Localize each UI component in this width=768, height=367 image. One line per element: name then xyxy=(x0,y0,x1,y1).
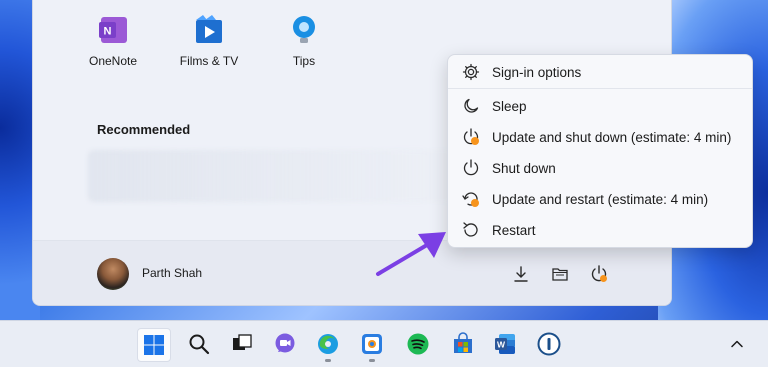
search-button[interactable] xyxy=(183,328,215,360)
menu-item-label: Restart xyxy=(492,222,536,238)
restart-icon xyxy=(460,219,482,241)
task-view-icon xyxy=(233,334,252,350)
chevron-up-icon xyxy=(731,340,743,348)
pinned-app-tips[interactable]: Tips xyxy=(264,14,344,68)
app-button[interactable] xyxy=(356,328,388,362)
user-name[interactable]: Parth Shah xyxy=(142,266,202,280)
pinned-app-label: Tips xyxy=(292,54,316,68)
running-indicator xyxy=(369,359,375,362)
menu-item-shut-down[interactable]: Shut down xyxy=(448,153,752,183)
chat-button[interactable] xyxy=(269,328,301,360)
menu-item-update-and-shut-down[interactable]: Update and shut down (estimate: 4 min) xyxy=(448,122,752,152)
menu-item-label: Update and restart (estimate: 4 min) xyxy=(492,191,709,207)
search-icon xyxy=(189,334,210,355)
task-view-button[interactable] xyxy=(226,328,258,360)
1password-icon xyxy=(537,332,561,356)
gear-icon xyxy=(460,61,482,83)
start-icon xyxy=(144,335,164,355)
power-update-icon xyxy=(460,126,482,148)
tips-icon xyxy=(293,16,315,43)
running-indicator xyxy=(325,359,331,362)
menu-item-label: Update and shut down (estimate: 4 min) xyxy=(492,129,732,145)
recommended-list xyxy=(88,150,458,202)
store-button[interactable] xyxy=(447,328,479,360)
pinned-app-label: Films & TV xyxy=(179,54,239,68)
app-icon xyxy=(362,334,382,354)
moon-icon xyxy=(460,95,482,117)
menu-item-sign-in-options[interactable]: Sign-in options xyxy=(448,57,752,87)
store-icon xyxy=(454,332,472,353)
show-hidden-icons-button[interactable] xyxy=(721,328,753,360)
films-tv-icon xyxy=(196,15,222,43)
recommended-heading: Recommended xyxy=(97,122,191,137)
chat-icon xyxy=(275,333,295,353)
downloads-button[interactable] xyxy=(509,262,533,286)
menu-item-restart[interactable]: Restart xyxy=(448,215,752,245)
svg-text:W: W xyxy=(497,340,506,350)
menu-item-update-and-restart[interactable]: Update and restart (estimate: 4 min) xyxy=(448,184,752,214)
menu-item-label: Sign-in options xyxy=(492,64,582,80)
start-button[interactable] xyxy=(137,328,171,362)
file-explorer-button[interactable] xyxy=(548,262,572,286)
avatar[interactable] xyxy=(97,258,129,290)
downloads-icon xyxy=(514,266,528,282)
word-button[interactable]: W xyxy=(489,328,521,360)
menu-item-label: Shut down xyxy=(492,160,556,176)
restart-update-icon xyxy=(460,188,482,210)
menu-item-sleep[interactable]: Sleep xyxy=(448,91,752,121)
spotify-icon xyxy=(407,333,429,355)
power-button[interactable] xyxy=(587,262,611,286)
svg-text:N: N xyxy=(104,26,112,38)
edge-button[interactable] xyxy=(312,328,344,362)
pinned-app-label: OneNote xyxy=(88,54,138,68)
menu-item-label: Sleep xyxy=(492,98,527,114)
taskbar: W xyxy=(0,320,768,367)
1password-button[interactable] xyxy=(533,328,565,360)
power-menu: Sign-in options Sleep Update and shut do… xyxy=(447,54,753,248)
spotify-button[interactable] xyxy=(402,328,434,360)
power-icon xyxy=(460,157,482,179)
pinned-app-onenote[interactable]: N OneNote xyxy=(73,14,153,68)
onenote-icon: N xyxy=(99,17,127,43)
file-explorer-icon xyxy=(552,268,568,281)
pinned-app-films-tv[interactable]: Films & TV xyxy=(169,14,249,68)
menu-divider xyxy=(448,88,752,89)
word-icon: W xyxy=(495,334,515,354)
annotation-arrow xyxy=(376,232,446,276)
power-icon xyxy=(591,265,607,282)
edge-icon xyxy=(318,334,338,354)
